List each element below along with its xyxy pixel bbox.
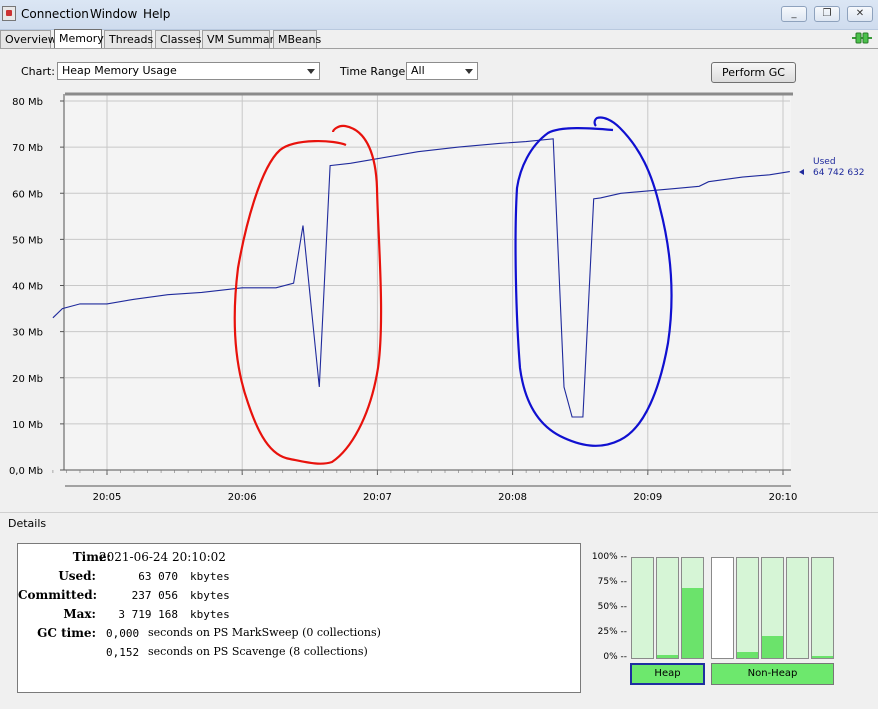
close-button[interactable]: ✕	[847, 6, 873, 22]
pct-label-50: 50% --	[597, 602, 627, 612]
chevron-down-icon	[307, 69, 315, 74]
x-tick-label: 20:10	[769, 492, 798, 503]
nonheap-pool-bar-3[interactable]	[761, 557, 784, 659]
x-tick-label: 20:09	[633, 492, 662, 503]
pct-label-75: 75% --	[597, 577, 627, 587]
chart-select[interactable]: Heap Memory Usage	[57, 62, 320, 80]
nonheap-pool-bar-2[interactable]	[736, 557, 759, 659]
x-tick-label: 20:08	[498, 492, 527, 503]
pool-fill	[812, 656, 833, 658]
nonheap-pool-bar-5[interactable]	[811, 557, 834, 659]
y-tick-label: 50 Mb	[12, 235, 43, 246]
max-unit: kbytes	[190, 608, 230, 621]
y-tick-label: 60 Mb	[12, 189, 43, 200]
y-tick-label: 20 Mb	[12, 374, 43, 385]
used-unit: kbytes	[190, 570, 230, 583]
heap-button[interactable]: Heap	[630, 663, 705, 685]
tab-threads[interactable]: Threads	[104, 30, 153, 48]
x-axis-ticks: 20:05 20:06 20:07 20:08 20:09 20:10	[52, 470, 798, 503]
gc-marksweep-text: seconds on PS MarkSweep (0 collections)	[148, 626, 381, 639]
java-app-icon[interactable]	[2, 6, 16, 21]
gc-time-label: GC time:	[37, 626, 96, 640]
chart-label: Chart:	[21, 65, 55, 78]
x-tick-label: 20:07	[363, 492, 392, 503]
pct-label-0: 0% --	[603, 652, 627, 662]
gc-scavenge-value: 0,152	[106, 646, 140, 659]
gc-scavenge-text: seconds on PS Scavenge (8 collections)	[148, 645, 368, 658]
used-label: Used:	[58, 569, 96, 583]
connection-status-icon	[852, 32, 872, 44]
heap-memory-chart: 80 Mb 70 Mb 60 Mb 50 Mb 40 Mb 30 Mb 20 Mb 10 Mb…	[9, 92, 865, 503]
minimize-button[interactable]: _	[781, 6, 807, 22]
committed-value: 237 056	[131, 589, 178, 602]
y-tick-label: 40 Mb	[12, 282, 43, 293]
menu-connection[interactable]: Connection	[21, 7, 89, 21]
heap-pool-bar-2[interactable]	[656, 557, 679, 659]
nonheap-pool-bar-1[interactable]	[711, 557, 734, 659]
chart-select-value: Heap Memory Usage	[62, 64, 177, 77]
pct-label-25: 25% --	[597, 627, 627, 637]
y-tick-label: 70 Mb	[12, 143, 43, 154]
restore-button[interactable]: ❐	[814, 6, 840, 22]
value-pointer-icon	[799, 169, 804, 175]
menu-window[interactable]: Window	[90, 7, 137, 21]
y-tick-label: 80 Mb	[12, 97, 43, 108]
used-value: 63 070	[138, 570, 178, 583]
perform-gc-button[interactable]: Perform GC	[711, 62, 796, 83]
committed-label: Committed:	[18, 588, 98, 602]
current-value-marker: Used 64 742 632	[799, 157, 865, 178]
heap-pool-bar-3[interactable]	[681, 557, 704, 659]
used-legend-label: Used	[813, 157, 836, 167]
tab-overview[interactable]: Overview	[0, 30, 57, 48]
tab-divider	[0, 48, 878, 49]
tab-memory[interactable]: Memory	[54, 29, 104, 49]
committed-unit: kbytes	[190, 589, 230, 602]
heap-pool-bar-1[interactable]	[631, 557, 654, 659]
x-tick-label: 20:05	[93, 492, 122, 503]
pool-fill	[762, 636, 783, 658]
max-value: 3 719 168	[118, 608, 178, 621]
max-label: Max:	[63, 607, 96, 621]
nonheap-pool-bar-4[interactable]	[786, 557, 809, 659]
gc-marksweep-value: 0,000	[106, 627, 140, 640]
chevron-down-icon	[465, 69, 473, 74]
menu-bar: Connection Window Help _ ❐ ✕	[0, 0, 878, 30]
used-legend-value: 64 742 632	[813, 168, 865, 178]
tab-classes[interactable]: Classes	[155, 30, 201, 48]
pool-fill	[657, 655, 678, 658]
details-panel: Time: 2021-06-24 20:10:02 Used: 63 070 k…	[17, 543, 581, 693]
y-tick-label: 30 Mb	[12, 328, 43, 339]
tab-vm-summary[interactable]: VM Summary	[202, 30, 281, 48]
time-value: 2021-06-24 20:10:02	[99, 550, 226, 564]
x-tick-label: 20:06	[228, 492, 257, 503]
nonheap-button[interactable]: Non-Heap	[711, 663, 834, 685]
y-tick-label: 10 Mb	[12, 420, 43, 431]
time-range-select[interactable]: All	[406, 62, 478, 80]
pool-fill	[682, 588, 703, 658]
y-axis-ticks: 80 Mb 70 Mb 60 Mb 50 Mb 40 Mb 30 Mb 20 Mb 10 Mb…	[9, 97, 64, 477]
pct-label-100: 100% --	[591, 552, 627, 562]
y-tick-label: 0,0 Mb	[9, 466, 43, 477]
time-range-label: Time Range:	[340, 65, 409, 78]
time-range-value: All	[411, 64, 425, 77]
tab-mbeans[interactable]: MBeans	[273, 30, 321, 48]
pool-fill	[737, 652, 758, 658]
menu-help[interactable]: Help	[143, 7, 170, 21]
